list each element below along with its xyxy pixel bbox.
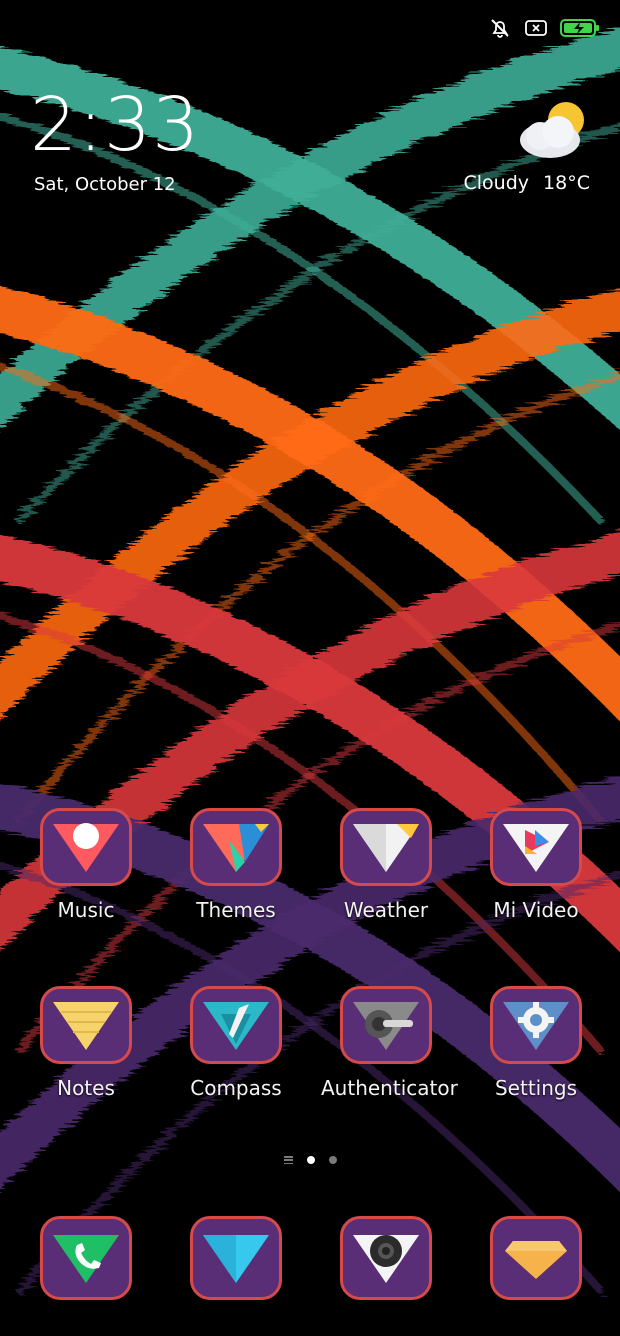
dock-phone[interactable] <box>21 1216 151 1300</box>
settings-icon <box>490 986 582 1064</box>
page-dot-1[interactable] <box>306 1156 315 1164</box>
dock-browser[interactable] <box>471 1216 601 1300</box>
dock-camera[interactable] <box>321 1216 451 1300</box>
no-sim-icon <box>525 20 547 36</box>
app-compass[interactable]: Compass <box>171 986 301 1100</box>
app-mi-video[interactable]: Mi Video <box>471 808 601 922</box>
weather-temperature: 18°C <box>543 172 590 194</box>
app-notes[interactable]: Notes <box>21 986 151 1100</box>
dock-messaging[interactable] <box>171 1216 301 1300</box>
weather-condition: Cloudy <box>463 172 530 194</box>
battery-charging-icon <box>560 19 599 37</box>
app-label-compass: Compass <box>190 1076 282 1100</box>
clock-time[interactable]: 2:33 <box>30 88 200 162</box>
weather-icon <box>340 808 432 886</box>
mi-video-icon <box>490 808 582 886</box>
app-authenticator[interactable]: Authenticator <box>321 986 458 1100</box>
authenticator-icon <box>340 986 432 1064</box>
app-weather[interactable]: Weather <box>321 808 451 922</box>
app-label-authenticator: Authenticator <box>321 1076 458 1100</box>
themes-icon <box>190 808 282 886</box>
clock-date[interactable]: Sat, October 12 <box>34 174 176 195</box>
app-label-music: Music <box>57 898 115 922</box>
messaging-icon <box>190 1216 282 1300</box>
partly-cloudy-icon <box>520 102 584 158</box>
weather-widget[interactable]: Cloudy 18°C <box>410 100 590 200</box>
app-label-weather: Weather <box>343 898 429 922</box>
notes-icon <box>40 986 132 1064</box>
wallpaper <box>0 29 620 1294</box>
do-not-disturb-icon <box>491 19 509 38</box>
weather-text: Cloudy 18°C <box>464 172 590 194</box>
app-settings[interactable]: Settings <box>471 986 601 1100</box>
page-list-icon[interactable] <box>283 1156 293 1164</box>
music-icon <box>40 808 132 886</box>
page-dot-2[interactable] <box>328 1156 337 1164</box>
page-indicator <box>0 1156 620 1164</box>
camera-icon <box>340 1216 432 1300</box>
app-label-settings: Settings <box>494 1076 578 1100</box>
app-themes[interactable]: Themes <box>171 808 301 922</box>
compass-icon <box>190 986 282 1064</box>
phone-icon <box>40 1216 132 1300</box>
app-music[interactable]: Music <box>21 808 151 922</box>
app-label-notes: Notes <box>57 1076 115 1100</box>
app-label-themes: Themes <box>196 898 276 922</box>
status-bar <box>488 16 600 40</box>
app-label-mi-video: Mi Video <box>493 898 579 922</box>
browser-icon <box>490 1216 582 1300</box>
